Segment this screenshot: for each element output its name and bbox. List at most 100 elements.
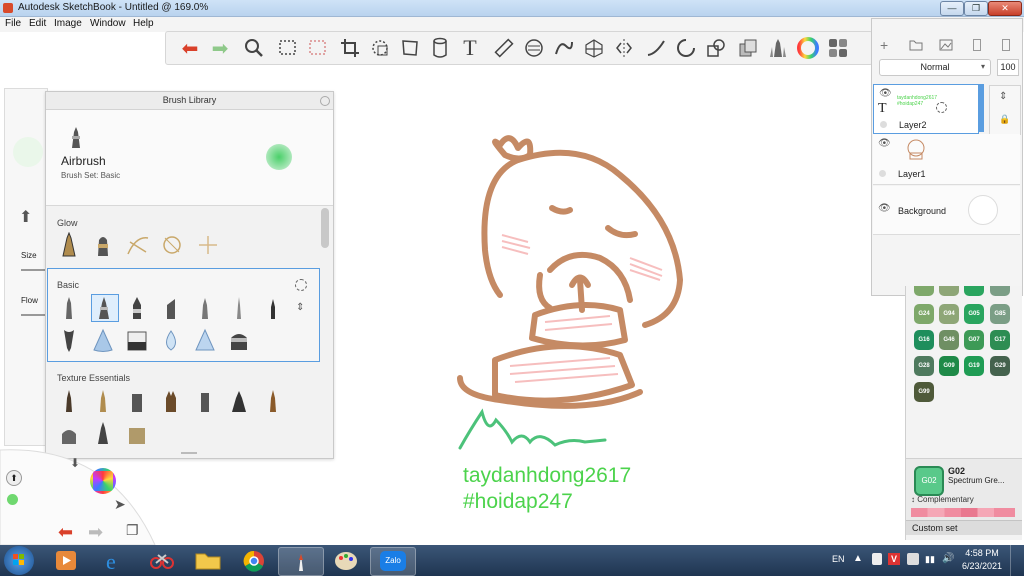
minimize-button[interactable]: — — [940, 1, 964, 16]
set-options-icon[interactable] — [295, 279, 307, 291]
texture-brush-4-icon[interactable] — [160, 388, 184, 414]
snipping-tool-taskbar-icon[interactable] — [140, 547, 184, 574]
glow-brush-1-icon[interactable] — [58, 231, 82, 258]
layer-options-icon[interactable] — [936, 102, 947, 113]
shape-icon[interactable] — [674, 36, 698, 60]
lagoon-undo-icon[interactable]: ⬅ — [58, 522, 73, 543]
complementary-color-strip[interactable] — [911, 508, 1015, 517]
glow-brush-2-icon[interactable] — [92, 232, 116, 258]
tray-expand-icon[interactable]: ▲ — [853, 553, 863, 564]
rect-select-icon[interactable] — [276, 36, 300, 60]
zalo-taskbar-icon[interactable]: Zalo — [370, 547, 416, 576]
lagoon-color-wheel-icon[interactable] — [90, 468, 116, 494]
pencil-brush-icon[interactable] — [58, 295, 82, 321]
layer-lock-icon[interactable]: 🔒 — [999, 114, 1010, 125]
text-icon[interactable]: T — [458, 35, 482, 60]
media-player-taskbar-icon[interactable] — [44, 547, 88, 574]
color-wheel-icon[interactable] — [796, 36, 820, 60]
swatch-g09[interactable]: G09 — [939, 356, 959, 376]
opacity-field[interactable]: 100 — [997, 59, 1019, 76]
brush-icon[interactable] — [766, 36, 790, 60]
add-layer-icon[interactable]: + — [880, 37, 888, 53]
add-group-icon[interactable] — [909, 39, 923, 54]
swatch-g85[interactable]: G85 — [990, 304, 1010, 324]
symmetry-icon[interactable] — [612, 36, 636, 60]
zoom-icon[interactable] — [242, 36, 266, 60]
ruler-icon[interactable] — [492, 36, 516, 60]
panel-resize-handle[interactable] — [181, 452, 197, 454]
start-button[interactable] — [4, 546, 34, 575]
stroke-icon[interactable] — [644, 36, 668, 60]
show-desktop-button[interactable] — [1010, 545, 1023, 576]
sharpen-brush-icon[interactable] — [228, 328, 252, 354]
texture-brush-5-icon[interactable] — [194, 388, 218, 414]
airbrush-brush-icon[interactable] — [91, 294, 119, 322]
redo-icon[interactable]: ➡ — [208, 36, 232, 60]
swatch-g28[interactable]: G28 — [914, 356, 934, 376]
merge-layer-icon[interactable] — [973, 39, 981, 51]
menu-help[interactable]: Help — [133, 18, 154, 29]
selected-swatch[interactable]: G02 — [914, 466, 944, 496]
swatches-icon[interactable] — [826, 36, 850, 60]
marker-brush-icon[interactable] — [126, 295, 150, 321]
lagoon-pin-icon[interactable]: ⬇ — [70, 456, 80, 470]
eye-icon[interactable]: 👁 — [878, 203, 891, 214]
swatch-g05[interactable]: G05 — [964, 304, 984, 324]
swatch-g24[interactable]: G24 — [914, 304, 934, 324]
chevron-down-icon[interactable]: ▾ — [981, 59, 985, 74]
swatch-top-4[interactable] — [990, 286, 1010, 296]
blur-brush-icon[interactable] — [194, 328, 218, 354]
texture-brush-1-icon[interactable] — [58, 388, 82, 414]
swatch-g94[interactable]: G94 — [939, 304, 959, 324]
swatch-g16[interactable]: G16 — [914, 330, 934, 350]
texture-brush-7-icon[interactable] — [262, 388, 286, 414]
lock-dot-icon[interactable] — [880, 121, 887, 128]
lasso-select-icon[interactable] — [306, 36, 330, 60]
crop-icon[interactable] — [338, 36, 362, 60]
sketchbook-taskbar-icon[interactable] — [278, 547, 324, 576]
glow-brush-4-icon[interactable] — [160, 232, 184, 258]
shape-combine-icon[interactable] — [704, 36, 728, 60]
texture-brush-6-icon[interactable] — [228, 388, 252, 414]
ink-brush-icon[interactable] — [194, 295, 218, 321]
lagoon-color-dot[interactable] — [7, 494, 18, 505]
clock-date[interactable]: 6/23/2021 — [962, 561, 1002, 571]
panel-close-icon[interactable] — [320, 96, 330, 106]
chrome-taskbar-icon[interactable] — [232, 547, 276, 574]
internet-explorer-taskbar-icon[interactable]: e — [92, 547, 136, 574]
blend-mode-select[interactable]: Normal — [879, 59, 991, 76]
volume-icon[interactable]: 🔊 — [942, 553, 954, 564]
language-indicator[interactable]: EN — [832, 554, 845, 564]
brush-list-scrollbar[interactable] — [321, 208, 329, 248]
smudge-brush-icon[interactable] — [160, 328, 184, 354]
canvas-drawing[interactable] — [440, 130, 700, 460]
fill-icon[interactable] — [428, 36, 452, 60]
eye-icon[interactable]: 👁 — [879, 88, 892, 99]
flow-slider[interactable] — [21, 314, 45, 316]
perspective-icon[interactable] — [582, 36, 606, 60]
menu-window[interactable]: Window — [90, 18, 126, 29]
maximize-button[interactable]: ❐ — [964, 1, 988, 16]
fine-pen-icon[interactable] — [228, 295, 252, 321]
lock-dot-icon[interactable] — [879, 170, 886, 177]
tray-app-icon[interactable] — [907, 553, 919, 565]
custom-set-bar[interactable]: Custom set — [906, 520, 1022, 535]
close-button[interactable]: ✕ — [988, 1, 1022, 16]
technical-pen-icon[interactable] — [262, 295, 286, 321]
transform-icon[interactable] — [368, 36, 392, 60]
background-color-swatch[interactable] — [968, 195, 998, 225]
layer-row-background[interactable]: 👁 Background — [873, 186, 1020, 235]
texture-brush-3-icon[interactable] — [126, 388, 150, 414]
swatch-top-3[interactable] — [964, 286, 984, 296]
reorder-icon[interactable]: ⇕ — [999, 91, 1007, 102]
file-explorer-taskbar-icon[interactable] — [186, 547, 230, 574]
layer-row-layer1[interactable]: 👁 Layer1 — [873, 134, 1020, 185]
swatch-g99[interactable]: G99 — [914, 382, 934, 402]
ellipse-guide-icon[interactable] — [522, 36, 546, 60]
network-icon[interactable]: ▮▮ — [925, 554, 935, 565]
menu-image[interactable]: Image — [54, 18, 82, 29]
eye-icon[interactable]: 👁 — [878, 138, 891, 149]
menu-edit[interactable]: Edit — [29, 18, 46, 29]
swatch-top-2[interactable] — [939, 286, 959, 296]
nib-pen-icon[interactable] — [58, 328, 82, 354]
